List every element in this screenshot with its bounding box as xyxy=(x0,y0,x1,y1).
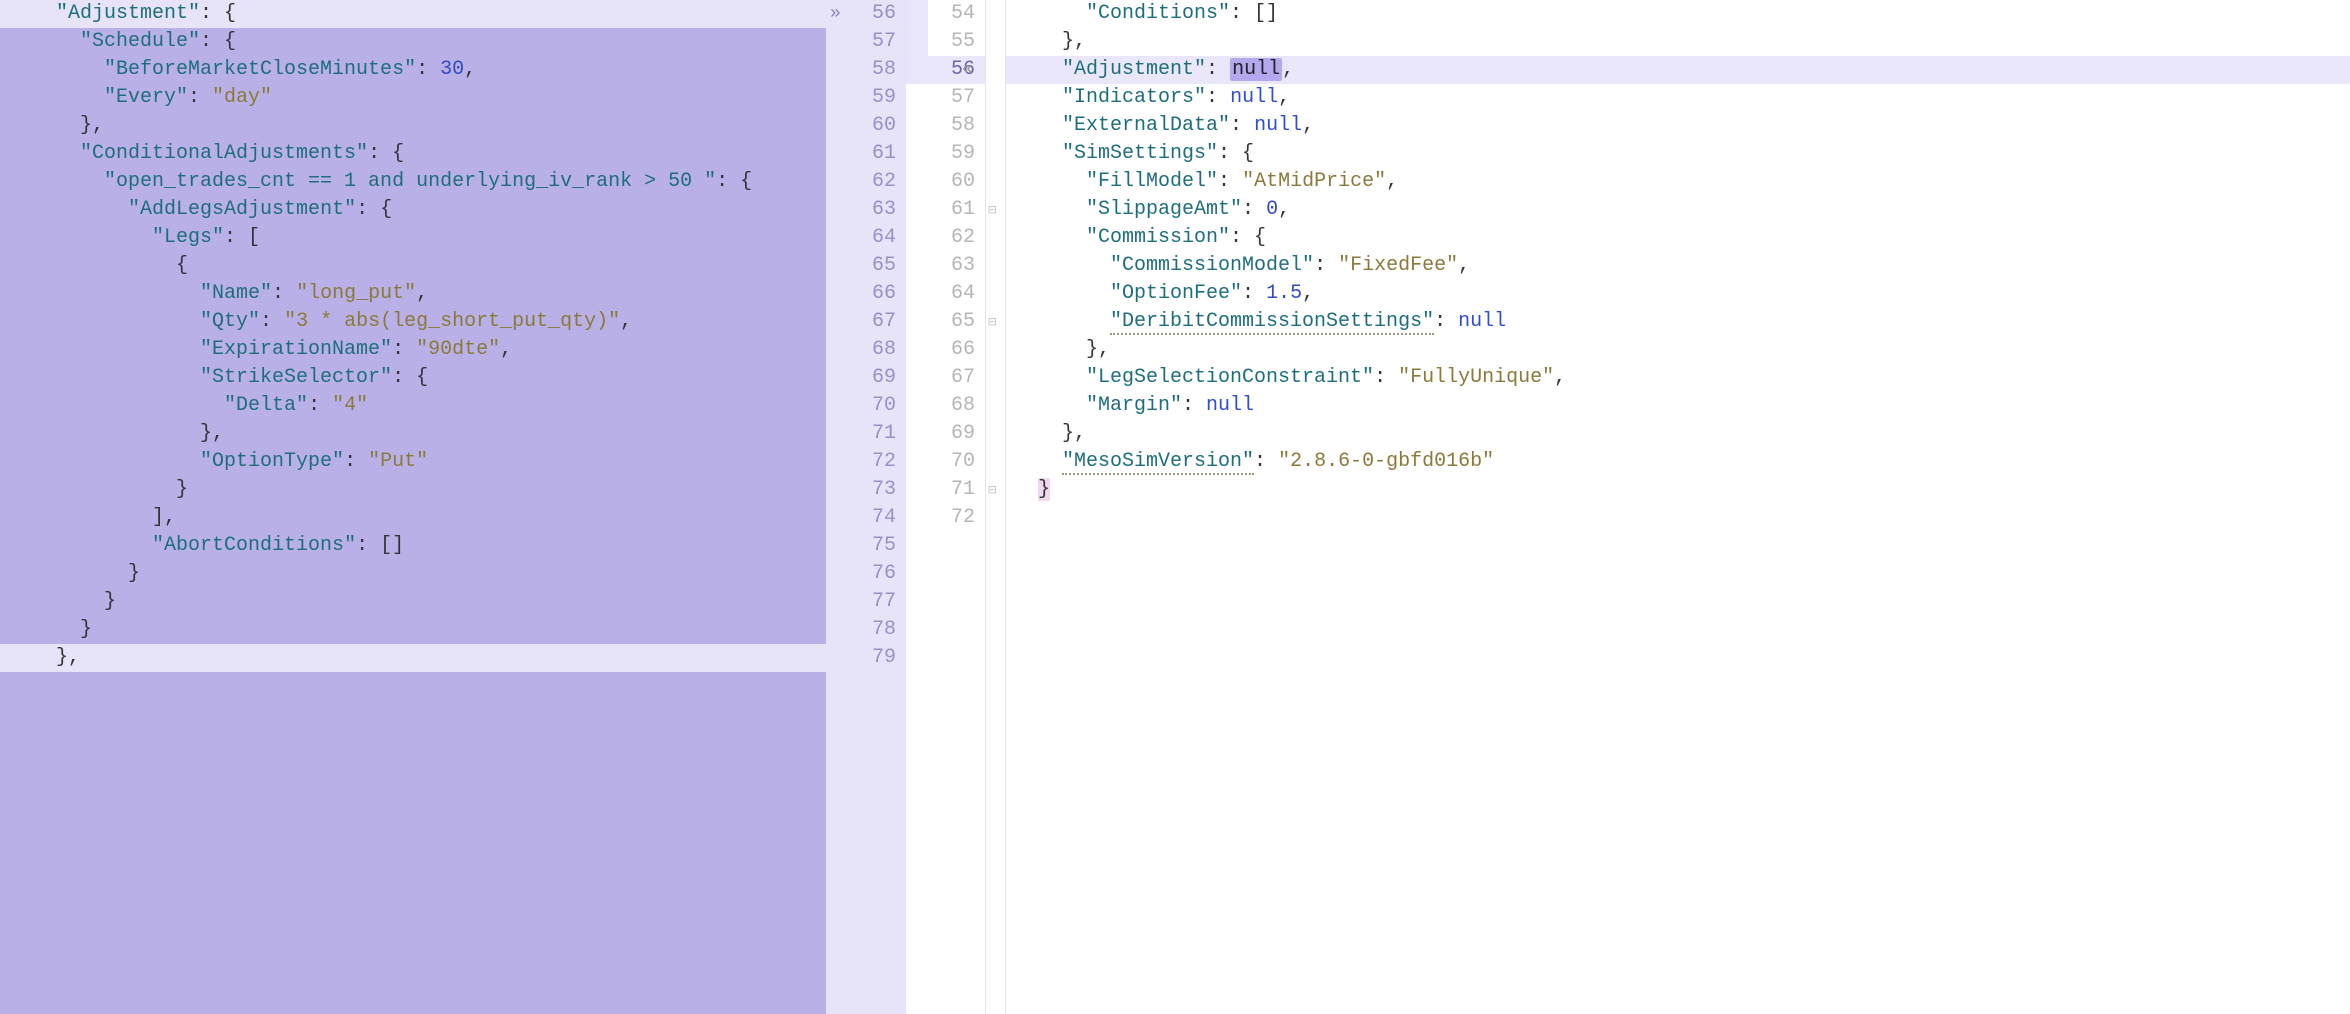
line-number[interactable]: 59 xyxy=(826,84,906,112)
line-number[interactable]: 71 xyxy=(928,476,985,504)
line-number[interactable]: 73 xyxy=(826,476,906,504)
line-number[interactable]: 78 xyxy=(826,616,906,644)
code-line[interactable]: "Delta": "4" xyxy=(0,392,826,420)
line-number[interactable]: 66 xyxy=(826,280,906,308)
line-number[interactable]: 69 xyxy=(826,364,906,392)
fold-marker-icon[interactable]: ⊟ xyxy=(988,314,996,331)
line-number[interactable]: 68 xyxy=(928,392,985,420)
line-number[interactable]: 64 xyxy=(928,280,985,308)
expand-left-icon[interactable]: » xyxy=(830,4,841,24)
line-number[interactable]: 70 xyxy=(826,392,906,420)
fold-column[interactable]: ⊟ ⊟ ⊟ xyxy=(986,0,1006,1014)
code-line[interactable]: "Adjustment": { xyxy=(0,0,826,28)
code-line[interactable]: "BeforeMarketCloseMinutes": 30, xyxy=(0,56,826,84)
code-line[interactable]: "SlippageAmt": 0, xyxy=(1006,196,2350,224)
left-code-pane[interactable]: "Adjustment": { "Schedule": { "BeforeMar… xyxy=(0,0,826,1014)
code-line[interactable]: }, xyxy=(1006,28,2350,56)
right-code-pane[interactable]: "Conditions": [] }, "Adjustment": null, … xyxy=(1006,0,2350,1014)
code-line[interactable]: "OptionFee": 1.5, xyxy=(1006,280,2350,308)
code-line[interactable]: "CommissionModel": "FixedFee", xyxy=(1006,252,2350,280)
line-number[interactable]: 77 xyxy=(826,588,906,616)
code-line[interactable]: "FillModel": "AtMidPrice", xyxy=(1006,168,2350,196)
code-line[interactable]: "Schedule": { xyxy=(0,28,826,56)
code-line[interactable]: "StrikeSelector": { xyxy=(0,364,826,392)
line-number[interactable]: 69 xyxy=(928,420,985,448)
code-line[interactable]: "Qty": "3 * abs(leg_short_put_qty)", xyxy=(0,308,826,336)
code-line[interactable]: "ConditionalAdjustments": { xyxy=(0,140,826,168)
line-number[interactable]: 66 xyxy=(928,336,985,364)
code-line[interactable]: } xyxy=(0,616,826,644)
line-number[interactable]: 57 xyxy=(928,84,985,112)
code-line[interactable]: } xyxy=(0,560,826,588)
line-number[interactable]: 75 xyxy=(826,532,906,560)
code-line[interactable]: "Indicators": null, xyxy=(1006,84,2350,112)
line-number[interactable]: 68 xyxy=(826,336,906,364)
line-number[interactable]: 59 xyxy=(928,140,985,168)
code-line[interactable]: "OptionType": "Put" xyxy=(0,448,826,476)
code-line[interactable]: "LegSelectionConstraint": "FullyUnique", xyxy=(1006,364,2350,392)
diff-view: "Adjustment": { "Schedule": { "BeforeMar… xyxy=(0,0,2350,1014)
code-line[interactable]: "DeribitCommissionSettings": null xyxy=(1006,308,2350,336)
line-number[interactable]: 76 xyxy=(826,560,906,588)
code-line[interactable]: } xyxy=(1006,476,2350,504)
code-line[interactable]: }, xyxy=(0,112,826,140)
line-number[interactable]: 62 xyxy=(826,168,906,196)
code-line[interactable]: "Name": "long_put", xyxy=(0,280,826,308)
left-line-gutter[interactable]: » 56575859606162636465666768697071727374… xyxy=(826,0,906,1014)
right-line-gutter[interactable]: « 54555657585960616263646566676869707172 xyxy=(928,0,986,1014)
line-number[interactable]: 67 xyxy=(928,364,985,392)
code-line[interactable]: } xyxy=(0,476,826,504)
line-number[interactable]: 56 xyxy=(928,56,985,84)
code-line[interactable]: "open_trades_cnt == 1 and underlying_iv_… xyxy=(0,168,826,196)
line-number[interactable]: 72 xyxy=(826,448,906,476)
expand-right-icon[interactable]: « xyxy=(962,60,973,80)
code-line[interactable]: "Commission": { xyxy=(1006,224,2350,252)
code-line[interactable]: "SimSettings": { xyxy=(1006,140,2350,168)
code-line[interactable]: "Adjustment": null, xyxy=(1006,56,2350,84)
line-number[interactable]: 55 xyxy=(928,28,985,56)
diff-connector xyxy=(906,0,928,84)
code-line[interactable]: "MesoSimVersion": "2.8.6-0-gbfd016b" xyxy=(1006,448,2350,476)
line-number[interactable]: 67 xyxy=(826,308,906,336)
code-line[interactable]: ], xyxy=(0,504,826,532)
line-number[interactable]: 58 xyxy=(928,112,985,140)
line-number[interactable]: 65 xyxy=(928,308,985,336)
fold-marker-icon[interactable]: ⊟ xyxy=(988,482,996,499)
code-line[interactable]: }, xyxy=(1006,420,2350,448)
line-number[interactable]: 71 xyxy=(826,420,906,448)
line-number[interactable]: 63 xyxy=(928,252,985,280)
code-line[interactable]: }, xyxy=(0,644,826,672)
line-number[interactable]: 72 xyxy=(928,504,985,532)
code-line[interactable]: "AddLegsAdjustment": { xyxy=(0,196,826,224)
line-number[interactable]: 74 xyxy=(826,504,906,532)
line-number[interactable]: 60 xyxy=(826,112,906,140)
code-line[interactable]: } xyxy=(0,588,826,616)
line-number[interactable]: 65 xyxy=(826,252,906,280)
code-line[interactable]: "Conditions": [] xyxy=(1006,0,2350,28)
fold-marker-icon[interactable]: ⊟ xyxy=(988,202,996,219)
line-number[interactable]: 64 xyxy=(826,224,906,252)
code-line[interactable]: "Every": "day" xyxy=(0,84,826,112)
line-number[interactable]: 63 xyxy=(826,196,906,224)
line-number[interactable]: 61 xyxy=(826,140,906,168)
code-line[interactable]: { xyxy=(0,252,826,280)
code-line[interactable]: "ExternalData": null, xyxy=(1006,112,2350,140)
line-number[interactable]: 70 xyxy=(928,448,985,476)
code-line[interactable]: }, xyxy=(1006,336,2350,364)
line-number[interactable]: 61 xyxy=(928,196,985,224)
line-number[interactable]: 62 xyxy=(928,224,985,252)
line-number[interactable]: 60 xyxy=(928,168,985,196)
code-line[interactable] xyxy=(1006,504,2350,532)
code-line[interactable]: "Margin": null xyxy=(1006,392,2350,420)
line-number[interactable]: 57 xyxy=(826,28,906,56)
code-line[interactable]: "Legs": [ xyxy=(0,224,826,252)
code-line[interactable]: }, xyxy=(0,420,826,448)
line-number[interactable]: 58 xyxy=(826,56,906,84)
line-number[interactable]: 54 xyxy=(928,0,985,28)
diff-connector-strip xyxy=(906,0,928,1014)
line-number[interactable]: 79 xyxy=(826,644,906,672)
code-line[interactable]: "ExpirationName": "90dte", xyxy=(0,336,826,364)
code-line[interactable]: "AbortConditions": [] xyxy=(0,532,826,560)
